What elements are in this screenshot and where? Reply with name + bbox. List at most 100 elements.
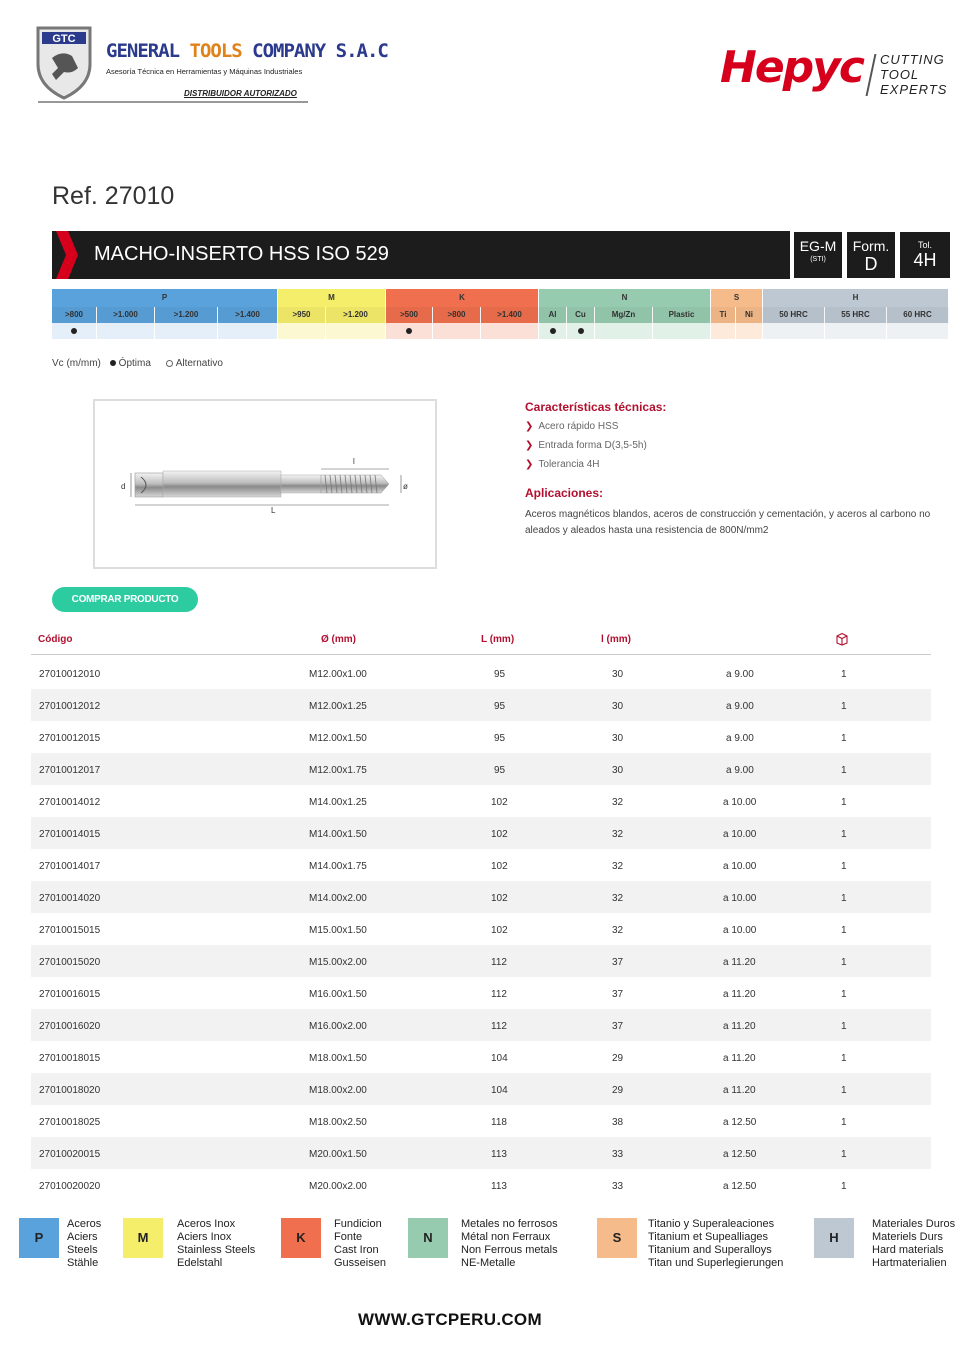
company-subtitle: Asesoría Técnica en Herramientas y Máqui… [106,67,303,76]
cell-pack: 1 [841,957,847,968]
cell-length-thread: 30 [612,765,624,776]
table-row[interactable]: 27010018020 M18.00x2.00 104 29 a 11.20 1 [31,1073,931,1105]
cell-diameter: M15.00x2.00 [309,957,367,968]
material-dot-cell [155,323,218,339]
material-dot-cell [887,323,949,339]
table-row[interactable]: 27010018015 M18.00x1.50 104 29 a 11.20 1 [31,1041,931,1073]
cell-length-total: 112 [491,957,507,968]
characteristics-title: Características técnicas: [525,400,667,414]
cell-code: 27010012015 [39,733,101,744]
dim-d-label: d [121,482,125,491]
table-row[interactable]: 27010014015 M14.00x1.50 102 32 a 10.00 1 [31,817,931,849]
cell-range: a 10.00 [723,861,757,872]
table-row[interactable]: 27010020020 M20.00x2.00 113 33 a 12.50 1 [31,1169,931,1201]
cell-pack: 1 [841,861,847,872]
table-row[interactable]: 27010014020 M14.00x2.00 102 32 a 10.00 1 [31,881,931,913]
cell-range: a 11.20 [723,989,756,1000]
cell-pack: 1 [841,1181,847,1192]
table-row[interactable]: 27010015015 M15.00x1.50 102 32 a 10.00 1 [31,913,931,945]
cell-length-total: 95 [494,765,506,776]
material-dot-cell [653,323,711,339]
table-row[interactable]: 27010012010 M12.00x1.00 95 30 a 9.00 1 [31,657,931,689]
table-row[interactable]: 27010015020 M15.00x2.00 112 37 a 11.20 1 [31,945,931,977]
cell-length-total: 102 [491,925,508,936]
cell-length-thread: 33 [612,1181,624,1192]
cell-length-thread: 37 [612,957,624,968]
material-name-line: NE-Metalle [461,1257,516,1269]
table-row[interactable]: 27010018025 M18.00x2.50 118 38 a 12.50 1 [31,1105,931,1137]
material-dot-cell [825,323,887,339]
characteristic-item: ❯ Entrada forma D(3,5-5h) [525,440,647,459]
cell-code: 27010018015 [39,1053,101,1064]
tolerance-label: Tol. [917,240,932,250]
form-value: D [864,254,878,274]
arrow-right-icon: ❯ [525,421,534,432]
product-title: MACHO-INSERTO HSS ISO 529 [94,243,389,265]
table-row[interactable]: 27010012017 M12.00x1.75 95 30 a 9.00 1 [31,753,931,785]
material-code-square: N [408,1218,448,1258]
dim-l-label: l [353,457,355,466]
cell-code: 27010018020 [39,1085,101,1096]
legend-alternativo: Alternativo [165,358,229,369]
material-name-line: Cast Iron [334,1244,379,1256]
dim-o-label: ø [403,482,408,491]
material-name-line: Hard materials [872,1244,944,1256]
cell-range: a 11.20 [723,1053,756,1064]
material-sub-cell: Cu [567,307,595,323]
material-sub-cell: Plastic [653,307,711,323]
material-name-line: Titanio y Superaleaciones [648,1218,775,1230]
material-name-line: Aceros Inox [177,1218,236,1230]
cell-length-total: 104 [491,1053,508,1064]
legend-optima-label: Óptima [118,358,151,369]
cell-diameter: M18.00x1.50 [309,1053,367,1064]
cell-pack: 1 [841,733,847,744]
characteristics-list: ❯ Acero rápido HSS ❯ Entrada forma D(3,5-5… [525,421,647,478]
cell-length-thread: 30 [612,701,624,712]
table-row[interactable]: 27010016015 M16.00x1.50 112 37 a 11.20 1 [31,977,931,1009]
logo-underline [38,101,308,103]
cell-range: a 10.00 [723,829,757,840]
material-group-p: P [52,289,278,307]
cell-diameter: M20.00x1.50 [309,1149,367,1160]
table-row[interactable]: 27010012012 M12.00x1.25 95 30 a 9.00 1 [31,689,931,721]
table-row[interactable]: 27010016020 M16.00x2.00 112 37 a 11.20 1 [31,1009,931,1041]
cell-diameter: M12.00x1.00 [309,669,367,680]
cell-range: a 9.00 [726,733,754,744]
cell-length-total: 112 [491,1021,507,1032]
table-row[interactable]: 27010012015 M12.00x1.50 95 30 a 9.00 1 [31,721,931,753]
tolerance-value: 4H [913,250,937,270]
company-name: GENERAL TOOLS COMPANY S.A.C [106,40,389,62]
cell-range: a 9.00 [726,765,754,776]
optimal-dot-icon [577,327,584,334]
material-name-line: Aciers [67,1231,98,1243]
website-url[interactable]: WWW.GTCPERU.COM [358,1310,542,1330]
material-sub-cell: >1.200 [155,307,218,323]
material-sub-cell: >800 [433,307,481,323]
cell-range: a 12.50 [723,1117,757,1128]
header-code: Código [38,634,73,645]
characteristic-item: ❯ Acero rápido HSS [525,421,647,440]
cell-code: 27010018025 [39,1117,101,1128]
material-dot-cell [386,323,433,339]
characteristic-text: Entrada forma D(3,5-5h) [538,440,647,451]
material-names: Metales no ferrosos Métal non Ferraux Non … [461,1218,558,1270]
material-name-line: Materiels Durs [872,1231,943,1243]
box-icon [836,632,848,646]
buy-product-button[interactable]: COMPRAR PRODUCTO [52,587,198,612]
material-sub-cell: >950 [278,307,326,323]
cell-code: 27010014015 [39,829,101,840]
table-row[interactable]: 27010020015 M20.00x1.50 113 33 a 12.50 1 [31,1137,931,1169]
material-names: Aceros Inox Aciers Inox Stainless Steels Ed… [177,1218,255,1270]
material-sub-cell: 60 HRC [887,307,949,323]
material-sub-cell: 55 HRC [825,307,887,323]
table-row[interactable]: 27010014012 M14.00x1.25 102 32 a 10.00 1 [31,785,931,817]
cell-range: a 12.50 [723,1181,757,1192]
cell-length-total: 102 [491,893,508,904]
table-row[interactable]: 27010014017 M14.00x1.75 102 32 a 10.00 1 [31,849,931,881]
cell-length-thread: 37 [612,1021,624,1032]
brand-tag-line: EXPERTS [880,82,948,97]
cell-code: 27010016020 [39,1021,101,1032]
cell-code: 27010012017 [39,765,101,776]
cell-diameter: M14.00x1.75 [309,861,367,872]
brand-tagline: CUTTING TOOL EXPERTS [880,52,947,97]
